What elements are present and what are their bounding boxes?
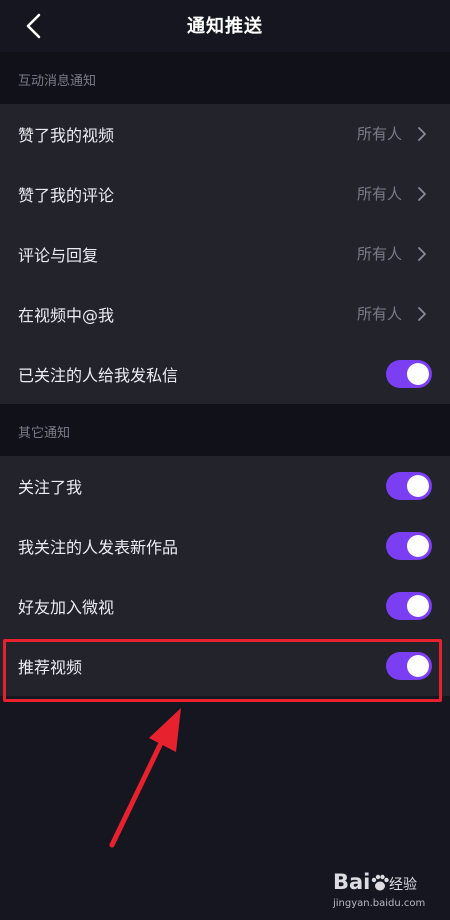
watermark-logo: Bai <box>333 870 390 894</box>
annotation-arrow-icon <box>109 708 181 848</box>
watermark: Bai 经验 jingyan.baidu.com <box>333 870 443 914</box>
watermark-url: jingyan.baidu.com <box>333 898 426 909</box>
paw-icon <box>372 874 390 891</box>
watermark-brand: 经验 <box>389 877 417 893</box>
